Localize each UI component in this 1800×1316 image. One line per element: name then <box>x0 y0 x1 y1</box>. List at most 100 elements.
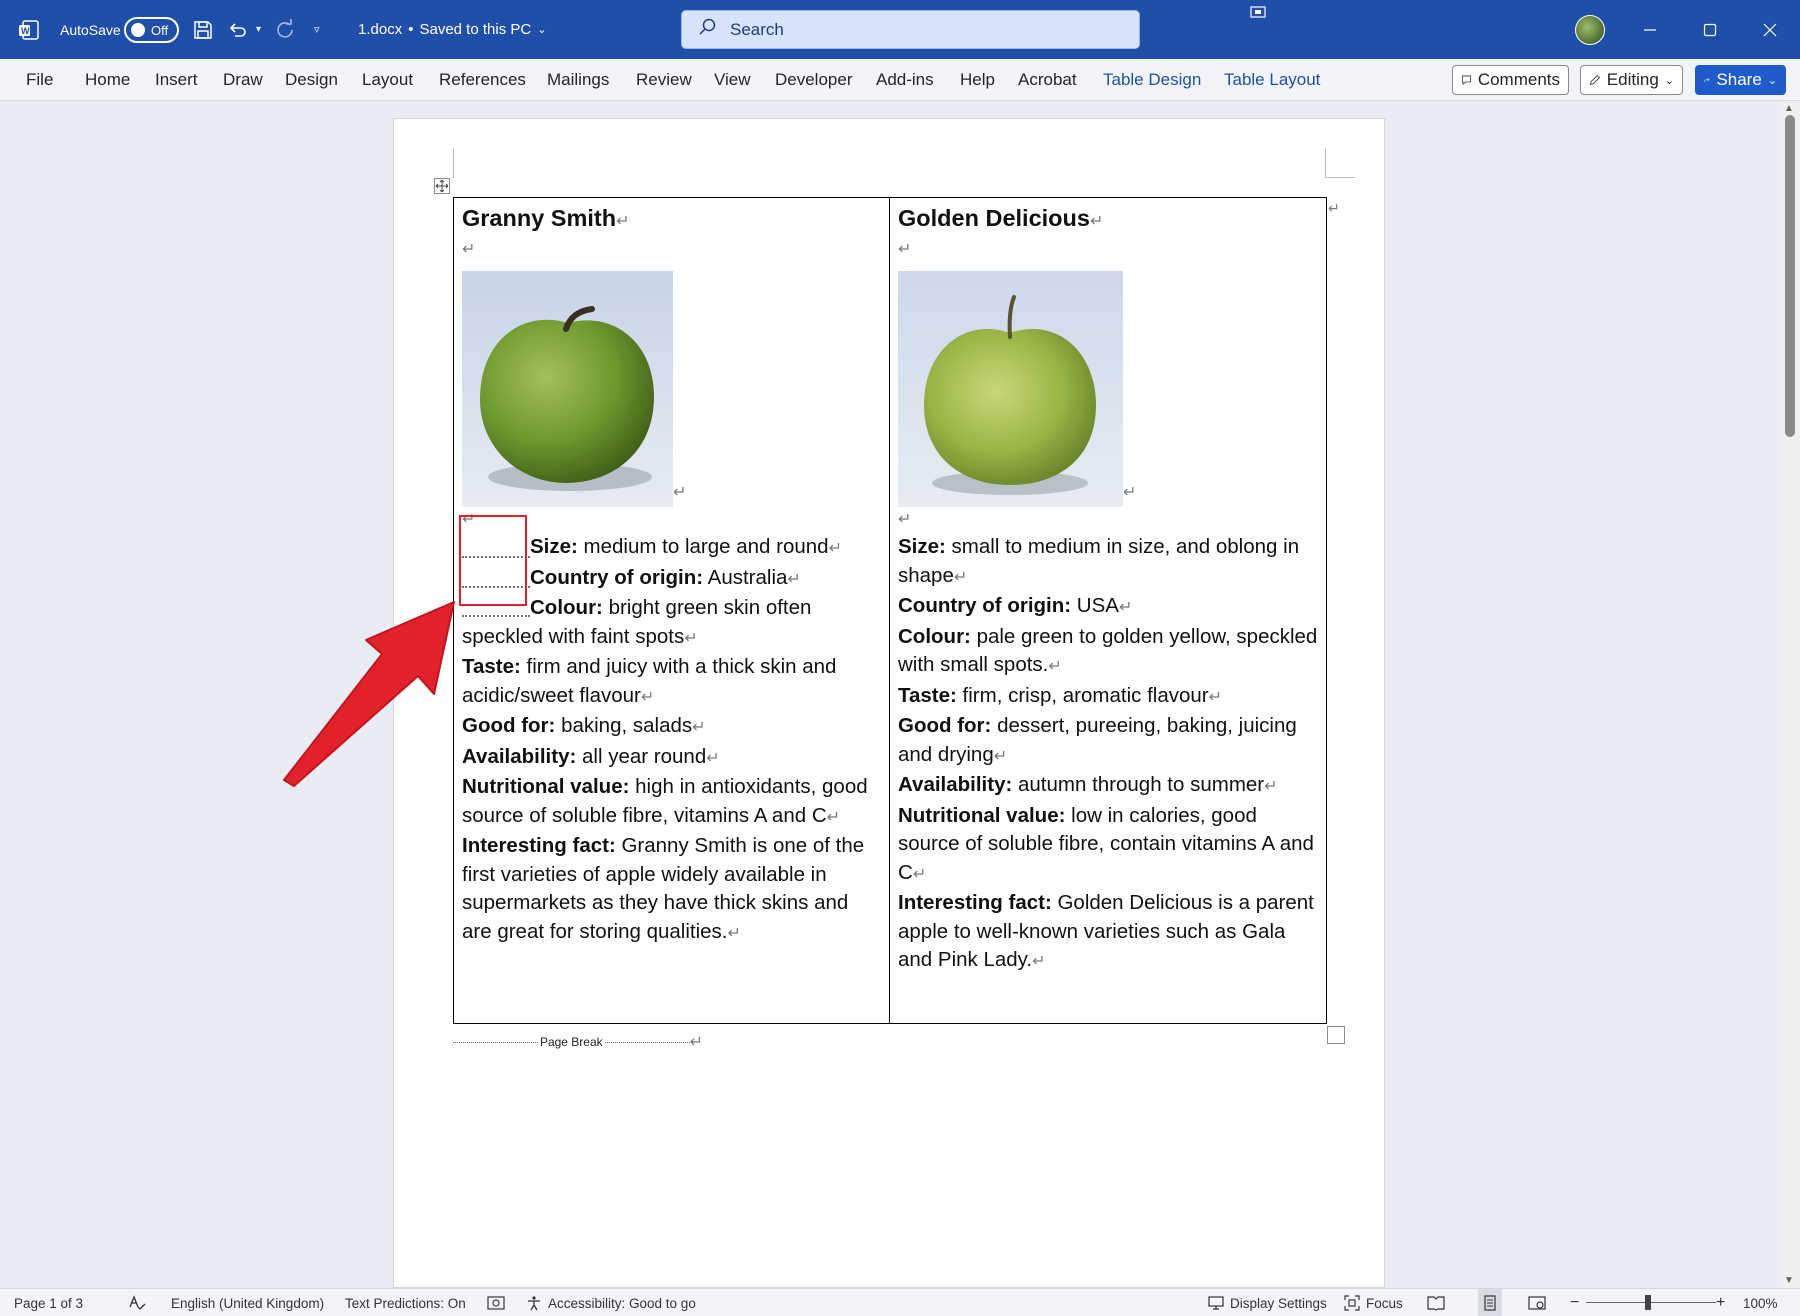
tab-home[interactable]: Home <box>85 59 130 101</box>
tab-developer[interactable]: Developer <box>775 59 853 101</box>
search-input[interactable] <box>730 19 1110 40</box>
apple-details-list: Size: small to medium in size, and oblon… <box>898 533 1318 977</box>
zoom-slider[interactable] <box>1586 1302 1716 1303</box>
undo-icon[interactable] <box>226 0 252 59</box>
maximize-button[interactable] <box>1680 0 1740 59</box>
tab-review[interactable]: Review <box>636 59 692 101</box>
proofing-icon[interactable] <box>128 1289 146 1316</box>
scrollbar-thumb[interactable] <box>1785 115 1795 437</box>
tab-leader <box>462 614 530 617</box>
tab-add-ins[interactable]: Add-ins <box>876 59 934 101</box>
chevron-down-icon: ⌄ <box>1664 74 1674 87</box>
language[interactable]: English (United Kingdom) <box>171 1289 324 1316</box>
chevron-down-icon: ⌄ <box>1767 74 1777 87</box>
detail-colour: Colour: pale green to golden yellow, spe… <box>898 623 1318 682</box>
tab-layout[interactable]: Layout <box>362 59 413 101</box>
search-box[interactable] <box>681 10 1140 49</box>
detail-label: Colour: <box>898 624 971 648</box>
detail-label: Taste: <box>462 655 521 678</box>
display-settings-button[interactable]: Display Settings <box>1208 1289 1327 1316</box>
detail-nutrition: Nutritional value: high in antioxidants,… <box>462 773 881 832</box>
zoom-in-icon[interactable]: + <box>1716 1289 1725 1316</box>
detail-good-for: Good for: baking, salads↵ <box>462 712 881 743</box>
table-cell-granny-smith[interactable]: Granny Smith↵ ↵ ↵ ↵ Size: medium to larg… <box>454 198 890 1023</box>
detail-country: Country of origin: USA↵ <box>898 592 1318 623</box>
detail-text: USA <box>1071 594 1119 617</box>
paragraph-mark-icon: ↵ <box>616 213 630 230</box>
macro-recorder-icon[interactable] <box>487 1289 505 1316</box>
title-separator: • <box>408 21 414 38</box>
tab-table-design[interactable]: Table Design <box>1103 59 1201 101</box>
crop-mark-top-left <box>452 148 454 178</box>
editing-mode-button[interactable]: Editing ⌄ <box>1580 65 1683 95</box>
minimize-button[interactable] <box>1620 0 1680 59</box>
tab-file[interactable]: File <box>26 59 53 101</box>
tab-references[interactable]: References <box>439 59 526 101</box>
avatar[interactable] <box>1575 15 1605 45</box>
save-icon[interactable] <box>192 0 218 59</box>
customize-toolbar-icon[interactable]: ▿ <box>314 0 330 59</box>
autosave-toggle[interactable]: Off <box>124 17 179 43</box>
print-layout-icon[interactable] <box>1478 1289 1502 1316</box>
tab-acrobat[interactable]: Acrobat <box>1018 59 1077 101</box>
tab-draw[interactable]: Draw <box>223 59 263 101</box>
crop-mark-top-right <box>1325 148 1355 178</box>
detail-label: Interesting fact: <box>898 891 1052 914</box>
image-row: ↵ <box>898 263 1318 507</box>
tab-design[interactable]: Design <box>285 59 338 101</box>
paragraph-mark-icon: ↵ <box>1032 953 1046 970</box>
detail-size: Size: small to medium in size, and oblon… <box>898 533 1318 592</box>
text-predictions[interactable]: Text Predictions: On <box>345 1289 466 1316</box>
detail-good-for: Good for: dessert, pureeing, baking, jui… <box>898 712 1318 771</box>
apple-table[interactable]: Granny Smith↵ ↵ ↵ ↵ Size: medium to larg… <box>453 197 1327 1024</box>
table-resize-handle[interactable] <box>1327 1026 1345 1044</box>
toggle-knob <box>131 23 145 37</box>
tab-help[interactable]: Help <box>960 59 995 101</box>
zoom-out-icon[interactable]: − <box>1570 1289 1579 1316</box>
comments-button[interactable]: Comments <box>1452 65 1569 95</box>
page-count[interactable]: Page 1 of 3 <box>14 1289 83 1316</box>
tab-table-layout[interactable]: Table Layout <box>1224 59 1320 101</box>
web-layout-icon[interactable] <box>1528 1289 1546 1316</box>
share-label: Share <box>1716 70 1762 89</box>
focus-button[interactable]: Focus <box>1344 1289 1403 1316</box>
document-title[interactable]: 1.docx • Saved to this PC ⌄ <box>358 0 546 59</box>
red-arrow-annotation <box>283 601 455 787</box>
focus-label: Focus <box>1366 1295 1403 1311</box>
share-button[interactable]: Share ⌄ <box>1695 65 1786 95</box>
accessibility-icon <box>528 1296 540 1311</box>
paragraph-mark-icon: ↵ <box>826 808 841 826</box>
detail-text: all year round <box>576 744 707 768</box>
filename: 1.docx <box>358 21 403 38</box>
paragraph-mark-icon: ↵ <box>1048 658 1062 675</box>
detail-label: Size: <box>898 535 946 558</box>
accessibility-status[interactable]: Accessibility: Good to go <box>526 1289 696 1316</box>
coauthoring-icon[interactable] <box>1250 0 1270 59</box>
zoom-level[interactable]: 100% <box>1743 1289 1778 1316</box>
table-move-handle[interactable] <box>434 178 450 194</box>
tab-mailings[interactable]: Mailings <box>547 59 609 101</box>
word-app-icon[interactable]: W <box>18 0 44 59</box>
granny-smith-apple-image[interactable] <box>462 271 673 507</box>
golden-delicious-apple-image[interactable] <box>898 271 1123 507</box>
scroll-up-icon[interactable]: ▲ <box>1784 103 1794 114</box>
table-cell-golden-delicious[interactable]: Golden Delicious↵ ↵ ↵ ↵ Size: small to m… <box>890 198 1326 1023</box>
page-break-leader <box>604 1041 690 1043</box>
paragraph-mark-icon: ↵ <box>727 924 741 942</box>
read-mode-icon[interactable] <box>1427 1289 1445 1316</box>
save-status: Saved to this PC <box>419 21 532 38</box>
ribbon-tabs: File Home Insert Draw Design Layout Refe… <box>0 59 1800 101</box>
detail-text: autumn through to summer <box>1012 773 1265 796</box>
scroll-down-icon[interactable]: ▼ <box>1784 1275 1794 1286</box>
paragraph-mark-icon: ↵ <box>640 688 655 706</box>
close-button[interactable] <box>1740 0 1800 59</box>
detail-text: medium to large and round <box>577 535 829 558</box>
redo-icon[interactable] <box>274 0 300 59</box>
cell-title: Granny Smith↵ <box>462 203 881 237</box>
paragraph-mark-icon: ↵ <box>1089 213 1104 230</box>
zoom-slider-thumb[interactable] <box>1645 1295 1651 1310</box>
tab-insert[interactable]: Insert <box>155 59 198 101</box>
chevron-down-icon[interactable]: ▾ <box>256 0 268 59</box>
tab-view[interactable]: View <box>714 59 751 101</box>
vertical-scrollbar[interactable]: ▲ ▼ <box>1780 101 1800 1288</box>
